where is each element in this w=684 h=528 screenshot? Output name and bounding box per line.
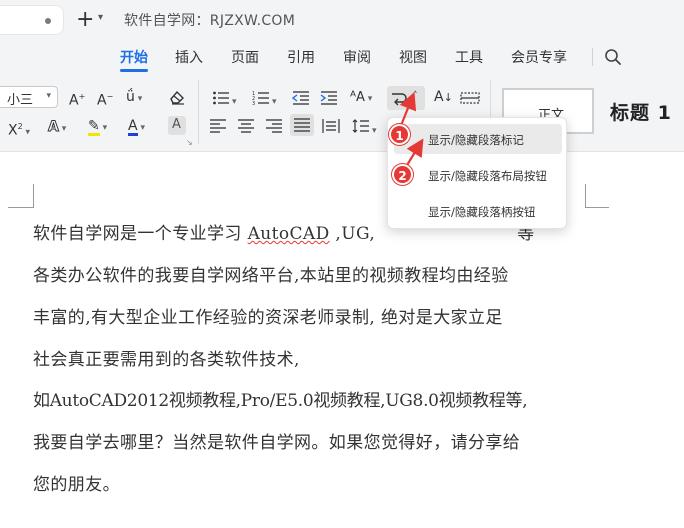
- paragraph-marks-icon: [392, 93, 407, 106]
- distribute-icon[interactable]: [322, 118, 340, 134]
- show-hide-marks-button[interactable]: ˄: [387, 86, 425, 110]
- chevron-down-icon[interactable]: ▾: [232, 93, 237, 111]
- paragraph-line: 您的朋友。: [33, 475, 120, 495]
- char-shading-icon[interactable]: A: [168, 116, 186, 135]
- paragraph-line: 社会真正要需用到的各类软件技术,: [33, 350, 300, 370]
- tab-references[interactable]: 引用: [287, 47, 315, 67]
- table-border-icon[interactable]: [460, 90, 480, 106]
- tab-review[interactable]: 审阅: [343, 47, 371, 67]
- menu-bar: 开始 插入 页面 引用 审阅 视图 工具 会员专享: [0, 40, 684, 74]
- menu-item-toggle-layout-button[interactable]: 显示/隐藏段落布局按钮: [394, 160, 562, 190]
- paragraph-line: 各类办公软件的我要自学网络平台,本站里的视频教程均由经验: [33, 266, 509, 286]
- paragraph-line: 丰富的,有大型企业工作经验的资深老师录制, 绝对是大家立足: [33, 308, 503, 328]
- group-divider: [198, 80, 199, 144]
- search-icon[interactable]: [604, 48, 622, 66]
- svg-text:3: 3: [252, 101, 255, 106]
- active-tab-indicator: [120, 69, 148, 72]
- chinese-layout-icon[interactable]: ᴬA ▾: [350, 88, 372, 108]
- text-effect-icon[interactable]: A ▾: [48, 118, 67, 138]
- numbered-list-icon[interactable]: 123: [252, 90, 270, 106]
- tab-page[interactable]: 页面: [231, 47, 259, 67]
- menu-item-toggle-paragraph-marks[interactable]: 显示/隐藏段落标记: [394, 124, 562, 154]
- chevron-down-icon: ▾: [46, 91, 51, 101]
- dialog-launcher-icon[interactable]: ↘: [186, 138, 193, 147]
- chevron-down-icon[interactable]: ▾: [98, 12, 103, 23]
- highlight-icon[interactable]: ✎ ▾: [88, 117, 107, 137]
- increase-indent-icon[interactable]: [320, 90, 338, 106]
- document-tab[interactable]: [0, 5, 64, 35]
- margin-corner-mark: [585, 184, 609, 208]
- decrease-font-size-icon[interactable]: A−: [97, 88, 113, 110]
- chevron-down-icon[interactable]: ▾: [372, 122, 377, 140]
- margin-corner-mark: [8, 184, 34, 208]
- step-badge-2: 2: [392, 164, 413, 185]
- tab-insert[interactable]: 插入: [175, 47, 203, 67]
- eraser-icon[interactable]: [168, 89, 186, 105]
- paragraph-marks-menu: 显示/隐藏段落标记 显示/隐藏段落布局按钮 显示/隐藏段落柄按钮: [387, 117, 567, 229]
- superscript-icon[interactable]: X2 ▾: [8, 118, 30, 142]
- align-left-icon[interactable]: [210, 119, 226, 133]
- step-badge-1: 1: [389, 124, 410, 145]
- align-justify-icon: [294, 118, 310, 132]
- paragraph-line: 如AutoCAD2012视频教程,Pro/E5.0视频教程,UG8.0视频教程等…: [33, 391, 528, 411]
- spellcheck-word: AutoCAD: [247, 224, 330, 244]
- justify-button[interactable]: [290, 114, 314, 136]
- phonetic-guide-icon[interactable]: ǘ ▾: [126, 88, 142, 108]
- tab-membership[interactable]: 会员专享: [511, 47, 567, 67]
- sort-icon[interactable]: A↓: [434, 88, 453, 107]
- menu-divider: [592, 48, 593, 66]
- paragraph-line: 我要自学去哪里？当然是软件自学网。如果您觉得好，请分享给: [33, 433, 521, 453]
- chevron-up-icon: ˄: [413, 91, 418, 101]
- decrease-indent-icon[interactable]: [292, 90, 310, 106]
- document-canvas[interactable]: 软件自学网是一个专业学习 AutoCAD ,UG, 等 各类办公软件的我要自学网络…: [0, 152, 684, 528]
- chevron-down-icon[interactable]: ▾: [272, 93, 277, 111]
- tab-home[interactable]: 开始: [120, 47, 148, 67]
- style-heading-1[interactable]: 标题 1: [610, 98, 672, 125]
- ribbon-toolbar: 小三 ▾ A+ A− ǘ ▾ X2 ▾ A ▾ ✎ ▾ A ▾ A ↘ ▾ 12…: [0, 74, 684, 152]
- tab-tools[interactable]: 工具: [455, 47, 483, 67]
- unsaved-dot-icon: [45, 18, 51, 24]
- window-title: 软件自学网：RJZXW.COM: [124, 13, 296, 29]
- title-bar: + ▾ 软件自学网：RJZXW.COM: [0, 0, 684, 40]
- line-spacing-icon[interactable]: [352, 118, 370, 134]
- increase-font-size-icon[interactable]: A+: [69, 88, 85, 110]
- align-center-icon[interactable]: [238, 119, 254, 133]
- font-color-icon[interactable]: A ▾: [128, 117, 145, 137]
- new-tab-button[interactable]: +: [76, 6, 94, 34]
- font-size-value: 小三: [7, 93, 34, 108]
- menu-item-toggle-handle-button[interactable]: 显示/隐藏段落柄按钮: [394, 196, 562, 226]
- align-right-icon[interactable]: [266, 119, 282, 133]
- font-size-select[interactable]: 小三 ▾: [0, 86, 58, 108]
- tab-view[interactable]: 视图: [399, 47, 427, 67]
- bullet-list-icon[interactable]: [212, 90, 230, 106]
